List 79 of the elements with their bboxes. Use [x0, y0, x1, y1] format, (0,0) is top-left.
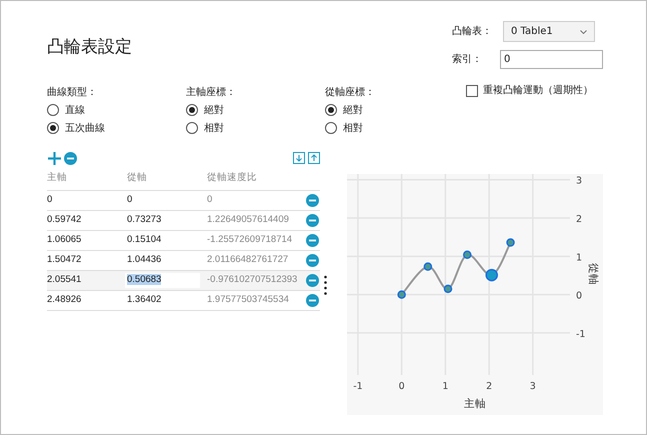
y-tick-label: 2 [576, 214, 582, 226]
y-tick-label: 0 [576, 290, 582, 302]
table-cell: 2.05541 [47, 274, 82, 286]
radio-button[interactable] [325, 122, 337, 134]
x-tick-label: 3 [530, 381, 536, 392]
group-label: 曲線類型： [47, 86, 98, 99]
table-cell: 1.50472 [47, 254, 82, 266]
radio-label: 相對 [343, 122, 363, 136]
radio-label: 絕對 [343, 104, 363, 118]
radio-button[interactable] [47, 122, 59, 134]
table-cell: 0.15104 [127, 234, 162, 246]
remove-icon[interactable] [306, 234, 319, 247]
remove-icon[interactable] [306, 294, 319, 307]
remove-icon[interactable] [306, 194, 319, 207]
table-cell: 0 [127, 194, 132, 206]
group-label: 主軸座標： [186, 86, 237, 99]
data-point[interactable] [424, 262, 432, 271]
data-point[interactable] [506, 238, 515, 247]
field-label: 凸輪表： [452, 24, 493, 39]
radio-button[interactable] [47, 104, 59, 116]
radio-button[interactable] [186, 104, 198, 116]
x-axis-label: 主軸 [464, 398, 486, 410]
table-cell: 2.01166482761727 [207, 254, 288, 266]
table-row[interactable]: 1.06065 0.15104 -1.25572609718714 [47, 231, 320, 251]
table-row[interactable]: 2.48926 1.36402 1.97577503745534 [47, 291, 320, 311]
x-tick-label: 1 [442, 381, 448, 392]
page-title: 凸輪表設定 [47, 36, 132, 59]
column-header: 從軸速度比 [207, 171, 258, 186]
remove-icon[interactable] [306, 254, 319, 267]
table-cell: 2.48926 [47, 294, 82, 306]
y-axis-label: 從軸 [587, 263, 599, 285]
table-cell: -1.25572609718714 [207, 234, 292, 246]
table-row[interactable]: 2.05541 0.50683 -0.976102707512393 [47, 271, 320, 291]
data-point[interactable] [444, 284, 452, 294]
y-tick-label: 1 [576, 252, 582, 264]
table-cell: 1.06065 [47, 234, 82, 246]
column-header: 從軸 [127, 171, 148, 186]
table-cell: 0.59742 [47, 214, 82, 226]
table-cell: 1.04436 [127, 254, 162, 266]
table-cell: 1.36402 [127, 294, 162, 306]
cell-editor[interactable]: 0.50683 [125, 273, 200, 288]
table-cell: -0.976102707512393 [207, 274, 298, 286]
radio-label: 直線 [65, 104, 85, 118]
radio-label: 相對 [204, 122, 224, 136]
import-icon[interactable] [293, 152, 305, 164]
table-cell: 0 [47, 194, 52, 206]
x-tick-label: -1 [353, 381, 363, 392]
x-tick-label: 0 [398, 381, 405, 392]
data-point[interactable] [463, 250, 472, 260]
radio-label: 五次曲線 [65, 122, 105, 136]
table-cell: 0 [207, 194, 212, 206]
group-label: 從軸座標： [325, 86, 376, 99]
data-point[interactable] [485, 268, 498, 282]
table-cell: 0.73273 [127, 214, 162, 226]
remove-icon[interactable] [306, 214, 319, 227]
table-dropdown[interactable]: 0 Table1 [503, 21, 595, 42]
radio-button[interactable] [186, 122, 198, 134]
table-row[interactable]: 1.50472 1.04436 2.01166482761727 [47, 251, 320, 271]
table-row[interactable]: 0 0 0 [47, 191, 320, 211]
chevron-down-icon [580, 30, 587, 34]
table-cell: 1.22649057614409 [207, 214, 289, 226]
checkbox[interactable] [466, 85, 478, 97]
table-cell: 1.97577503745534 [207, 294, 289, 306]
table-row[interactable]: 0.59742 0.73273 1.22649057614409 [47, 211, 320, 231]
export-icon[interactable] [308, 152, 320, 164]
x-tick-label: 2 [486, 381, 492, 392]
column-header: 主軸 [47, 171, 68, 186]
y-tick-label: 3 [576, 176, 582, 187]
data-point[interactable] [397, 290, 406, 299]
drag-handle-icon[interactable] [324, 275, 327, 295]
remove-icon[interactable] [64, 152, 77, 164]
radio-label: 絕對 [204, 104, 224, 118]
add-icon[interactable] [47, 150, 62, 166]
y-tick-label: -1 [576, 328, 586, 340]
checkbox-label: 重複凸輪運動（週期性） [483, 84, 593, 98]
index-field[interactable]: 0 [500, 50, 603, 69]
remove-icon[interactable] [306, 274, 319, 287]
radio-button[interactable] [325, 104, 337, 116]
field-label: 索引： [452, 52, 483, 67]
